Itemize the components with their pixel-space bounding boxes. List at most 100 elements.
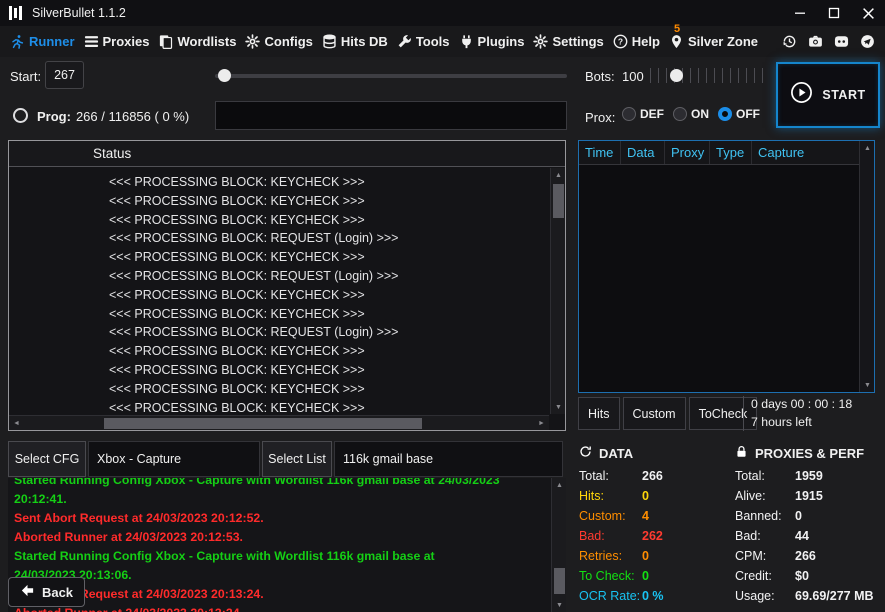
status-log: <<< PROCESSING BLOCK: KEYCHECK >>> <<< PR… <box>9 168 549 414</box>
col-data[interactable]: Data <box>621 141 665 164</box>
nav-item-help[interactable]: ? Help <box>613 34 660 49</box>
status-line: <<< PROCESSING BLOCK: REQUEST (Login) >>… <box>109 323 549 342</box>
window-title: SilverBullet 1.1.2 <box>32 6 126 20</box>
play-icon <box>790 81 813 109</box>
refresh-icon <box>579 445 592 461</box>
col-capture[interactable]: Capture <box>752 141 859 164</box>
status-column-header[interactable]: Status <box>9 141 565 167</box>
scroll-up-icon[interactable] <box>552 478 566 492</box>
settings-icon <box>533 34 548 49</box>
skip-slider[interactable] <box>215 74 567 78</box>
nav-item-plugins[interactable]: Plugins <box>459 34 525 49</box>
scroll-down-icon[interactable] <box>551 400 566 414</box>
svg-text:?: ? <box>618 37 623 47</box>
data-stats-panel: DATA Total: 266 Hits: 0 Custom: 4 Bad: 2… <box>579 443 731 606</box>
timer: 0 days 00 : 00 : 18 7 hours left <box>743 396 880 431</box>
nav-item-silver-zone[interactable]: Silver Zone 5 <box>669 34 758 49</box>
status-horizontal-scrollbar[interactable] <box>9 415 549 430</box>
app-logo-icon <box>9 6 22 21</box>
results-table-header: TimeDataProxyTypeCapture <box>579 141 874 165</box>
scroll-right-icon[interactable] <box>534 416 549 431</box>
proxy-stat-credit: Credit: $0 <box>735 566 883 586</box>
start-button-label: START <box>822 88 865 102</box>
proxy-stat-usage: Usage: 69.69/277 MB <box>735 586 883 606</box>
bots-value[interactable]: 100 <box>622 69 644 84</box>
proxy-option-off[interactable]: OFF <box>718 107 760 121</box>
scroll-up-icon[interactable] <box>551 168 566 182</box>
data-stats-header: DATA <box>579 443 731 463</box>
status-vertical-scrollbar[interactable] <box>550 168 565 414</box>
back-button[interactable]: Back <box>8 577 85 607</box>
scroll-down-icon[interactable] <box>552 598 566 612</box>
nav-item-hits-db[interactable]: Hits DB <box>322 34 388 49</box>
start-button[interactable]: START <box>776 62 880 128</box>
log-line: Aborted Runner at 24/03/2023 20:13:24. <box>14 604 546 612</box>
results-table: TimeDataProxyTypeCapture <box>578 140 875 393</box>
results-tabs: HitsCustomToCheck <box>578 397 757 430</box>
hits-db-icon <box>322 34 337 49</box>
nav-item-tools[interactable]: Tools <box>397 34 450 49</box>
nav-item-wordlists[interactable]: Wordlists <box>158 34 236 49</box>
toolbar-icons <box>779 33 877 51</box>
bots-label: Bots: <box>585 69 615 84</box>
discord-icon <box>834 34 849 49</box>
progress-label: Prog: <box>37 109 71 124</box>
status-line: <<< PROCESSING BLOCK: KEYCHECK >>> <box>109 173 549 192</box>
log-vertical-scrollbar[interactable] <box>551 478 566 612</box>
data-stat-total: Total: 266 <box>579 466 731 486</box>
minimize-button[interactable] <box>783 0 817 26</box>
col-proxy[interactable]: Proxy <box>665 141 710 164</box>
toolbar-history[interactable] <box>779 33 799 51</box>
scroll-up-icon[interactable] <box>860 141 875 155</box>
config-value-box[interactable]: Xbox - Capture <box>88 441 260 477</box>
progress-radio-icon[interactable] <box>13 108 28 123</box>
skip-slider-thumb[interactable] <box>218 69 231 82</box>
help-icon: ? <box>613 34 628 49</box>
log-line: Aborted Runner at 24/03/2023 20:12:53. <box>14 528 546 547</box>
col-type[interactable]: Type <box>710 141 752 164</box>
nav-item-runner[interactable]: Runner <box>10 34 75 49</box>
history-icon <box>782 34 797 49</box>
results-vertical-scrollbar[interactable] <box>859 141 874 392</box>
proxy-stat-total: Total: 1959 <box>735 466 883 486</box>
scrollbar-thumb[interactable] <box>553 184 564 218</box>
wordlist-value-box[interactable]: 116k gmail base <box>334 441 563 477</box>
bots-slider[interactable] <box>650 68 766 83</box>
toolbar-discord[interactable] <box>831 33 851 51</box>
bots-slider-thumb[interactable] <box>670 69 683 82</box>
scroll-left-icon[interactable] <box>9 416 24 431</box>
scrollbar-thumb[interactable] <box>554 568 565 594</box>
progress-value: 266 / 116856 ( 0 %) <box>76 109 189 124</box>
nav-item-proxies[interactable]: Proxies <box>84 34 150 49</box>
start-label: Start: <box>10 69 41 84</box>
tab-hits[interactable]: Hits <box>578 397 620 430</box>
scroll-down-icon[interactable] <box>860 378 875 392</box>
select-list-button[interactable]: Select List <box>262 441 332 477</box>
status-line: <<< PROCESSING BLOCK: KEYCHECK >>> <box>109 248 549 267</box>
nav-item-settings[interactable]: Settings <box>533 34 603 49</box>
back-arrow-icon <box>20 583 35 601</box>
status-line: <<< PROCESSING BLOCK: KEYCHECK >>> <box>109 399 549 414</box>
scrollbar-thumb[interactable] <box>104 418 422 429</box>
data-stat-custom: Custom: 4 <box>579 506 731 526</box>
tab-custom[interactable]: Custom <box>623 397 686 430</box>
toolbar-camera[interactable] <box>805 33 825 51</box>
nav-item-configs[interactable]: Configs <box>245 34 312 49</box>
select-config-button[interactable]: Select CFG <box>8 441 86 477</box>
close-button[interactable] <box>851 0 885 26</box>
log-line: Sent Abort Request at 24/03/2023 20:13:2… <box>14 585 546 604</box>
proxy-option-on[interactable]: ON <box>673 107 709 121</box>
maximize-button[interactable] <box>817 0 851 26</box>
navbar: Runner Proxies Wordlists Configs Hits DB <box>0 26 885 57</box>
window-controls <box>783 0 885 26</box>
radio-icon <box>718 107 732 121</box>
proxy-stat-banned: Banned: 0 <box>735 506 883 526</box>
lock-icon <box>735 445 748 461</box>
col-time[interactable]: Time <box>579 141 621 164</box>
proxy-stats-header: PROXIES & PERF <box>735 443 883 463</box>
log-line: 20:12:41. <box>14 490 546 509</box>
toolbar-telegram[interactable] <box>857 33 877 51</box>
data-stat-hits: Hits: 0 <box>579 486 731 506</box>
proxy-option-def[interactable]: DEF <box>622 107 664 121</box>
start-input[interactable]: 267 <box>45 61 84 89</box>
